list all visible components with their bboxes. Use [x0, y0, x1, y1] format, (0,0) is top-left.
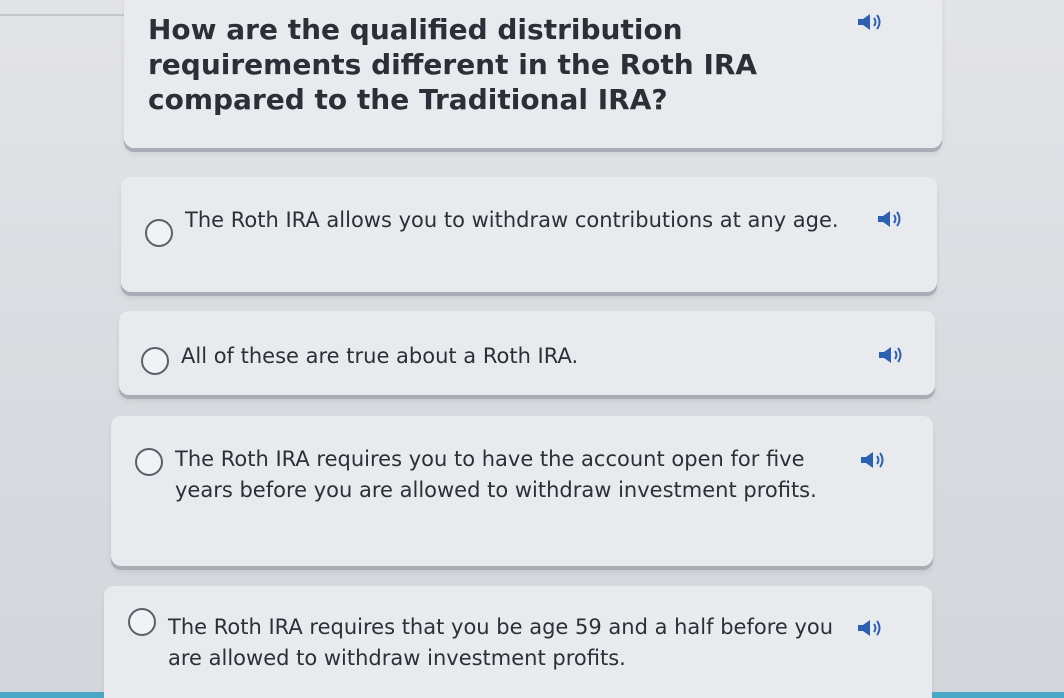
question-text: How are the qualified distribution requi… — [148, 13, 758, 116]
radio-button[interactable] — [135, 448, 163, 476]
radio-button[interactable] — [145, 219, 173, 247]
quiz-screen: How are the qualified distribution requi… — [0, 0, 1064, 698]
accent-bar — [932, 692, 1064, 698]
divider — [0, 14, 130, 16]
speaker-icon[interactable] — [856, 618, 886, 638]
option-text: The Roth IRA requires you to have the ac… — [175, 447, 817, 502]
answer-option-4[interactable]: The Roth IRA requires that you be age 59… — [104, 586, 932, 698]
option-text: All of these are true about a Roth IRA. — [181, 344, 579, 368]
speaker-icon[interactable] — [876, 209, 906, 229]
question-card: How are the qualified distribution requi… — [124, 0, 942, 148]
speaker-icon[interactable] — [877, 345, 907, 365]
answer-option-1[interactable]: The Roth IRA allows you to withdraw cont… — [121, 177, 937, 292]
option-text: The Roth IRA requires that you be age 59… — [168, 615, 834, 670]
speaker-icon[interactable] — [859, 450, 889, 470]
radio-button[interactable] — [128, 608, 156, 636]
speaker-icon[interactable] — [856, 12, 886, 32]
answer-option-2[interactable]: All of these are true about a Roth IRA. — [119, 311, 935, 395]
radio-button[interactable] — [141, 347, 169, 375]
option-text: The Roth IRA allows you to withdraw cont… — [185, 208, 839, 232]
answer-option-3[interactable]: The Roth IRA requires you to have the ac… — [111, 416, 933, 566]
accent-bar — [0, 692, 104, 698]
